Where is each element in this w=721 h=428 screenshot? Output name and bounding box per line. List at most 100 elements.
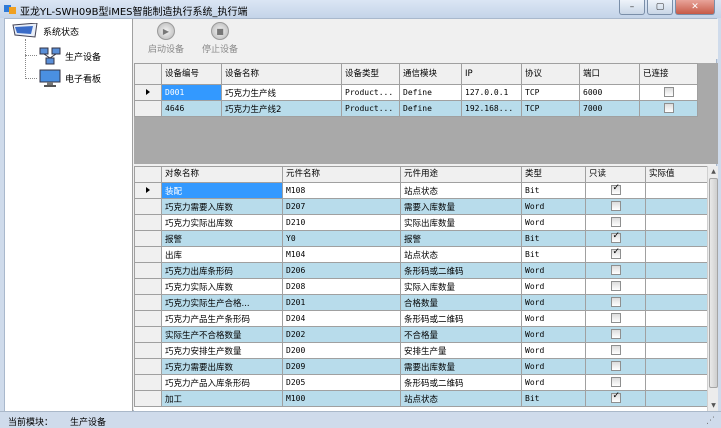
table-row[interactable]: 巧克力实际入库数 D208 实际入库数量 Word xyxy=(134,278,708,295)
column-header[interactable]: 元件名称 xyxy=(282,166,401,183)
cell-actual-value[interactable] xyxy=(645,230,708,247)
cell-object-name[interactable]: 巧克力实际生产合格... xyxy=(161,294,283,311)
cell-readonly[interactable] xyxy=(585,246,646,263)
cell-element-name[interactable]: M104 xyxy=(282,246,401,263)
cell-actual-value[interactable] xyxy=(645,342,708,359)
scroll-up-icon[interactable]: ▲ xyxy=(708,166,718,177)
cell-readonly[interactable] xyxy=(585,198,646,215)
column-header[interactable]: 通信模块 xyxy=(399,63,462,85)
table-row[interactable]: 巧克力安排生产数量 D200 安排生产量 Word xyxy=(134,342,708,359)
cell-element-usage[interactable]: 报警 xyxy=(400,230,522,247)
cell-device-type[interactable]: Product... xyxy=(341,100,400,117)
tree-item-system-status[interactable]: 系统状态 xyxy=(11,23,79,39)
cell-type[interactable]: Word xyxy=(521,214,586,231)
cell-type[interactable]: Bit xyxy=(521,230,586,247)
cell-readonly[interactable] xyxy=(585,374,646,391)
cell-element-usage[interactable]: 需要入库数量 xyxy=(400,198,522,215)
column-header[interactable]: 设备编号 xyxy=(161,63,222,85)
cell-readonly[interactable] xyxy=(585,294,646,311)
cell-ip[interactable]: 192.168... xyxy=(461,100,522,117)
cell-type[interactable]: Bit xyxy=(521,246,586,263)
cell-actual-value[interactable] xyxy=(645,198,708,215)
cell-element-usage[interactable]: 条形码或二维码 xyxy=(400,310,522,327)
cell-element-usage[interactable]: 实际入库数量 xyxy=(400,278,522,295)
column-header[interactable]: 设备名称 xyxy=(221,63,342,85)
cell-element-usage[interactable]: 条形码或二维码 xyxy=(400,374,522,391)
cell-type[interactable]: Word xyxy=(521,358,586,375)
cell-actual-value[interactable] xyxy=(645,390,708,407)
cell-readonly[interactable] xyxy=(585,326,646,343)
readonly-checkbox[interactable] xyxy=(610,392,621,404)
table-row[interactable]: 4646 巧克力生产线2 Product... Define 192.168..… xyxy=(134,100,698,117)
cell-protocol[interactable]: TCP xyxy=(521,84,580,101)
cell-type[interactable]: Word xyxy=(521,310,586,327)
readonly-checkbox[interactable] xyxy=(610,377,621,388)
column-header[interactable]: 已连接 xyxy=(639,63,698,85)
cell-element-name[interactable]: D201 xyxy=(282,294,401,311)
readonly-checkbox[interactable] xyxy=(610,217,621,228)
cell-ip[interactable]: 127.0.0.1 xyxy=(461,84,522,101)
tree-item-e-board[interactable]: 电子看板 xyxy=(39,69,101,87)
cell-actual-value[interactable] xyxy=(645,214,708,231)
readonly-checkbox[interactable] xyxy=(610,345,621,356)
column-header[interactable]: 只读 xyxy=(585,166,646,183)
cell-element-name[interactable]: Y0 xyxy=(282,230,401,247)
readonly-checkbox[interactable] xyxy=(610,329,621,340)
readonly-checkbox[interactable] xyxy=(610,265,621,276)
column-header[interactable]: 设备类型 xyxy=(341,63,400,85)
cell-readonly[interactable] xyxy=(585,214,646,231)
cell-element-usage[interactable]: 合格数量 xyxy=(400,294,522,311)
cell-element-usage[interactable]: 站点状态 xyxy=(400,182,522,199)
cell-device-code[interactable]: 4646 xyxy=(161,100,222,117)
cell-actual-value[interactable] xyxy=(645,182,708,199)
cell-readonly[interactable] xyxy=(585,278,646,295)
cell-object-name[interactable]: 出库 xyxy=(161,246,283,263)
readonly-checkbox[interactable] xyxy=(610,297,621,308)
cell-actual-value[interactable] xyxy=(645,374,708,391)
cell-element-usage[interactable]: 实际出库数量 xyxy=(400,214,522,231)
cell-object-name[interactable]: 巧克力安排生产数量 xyxy=(161,342,283,359)
close-button[interactable]: ✕ xyxy=(675,0,715,15)
cell-readonly[interactable] xyxy=(585,390,646,407)
cell-object-name[interactable]: 巧克力实际入库数 xyxy=(161,278,283,295)
cell-readonly[interactable] xyxy=(585,358,646,375)
minimize-button[interactable]: – xyxy=(619,0,645,15)
resize-grip-icon[interactable]: ⋰ xyxy=(706,416,715,426)
cell-element-name[interactable]: D202 xyxy=(282,326,401,343)
cell-actual-value[interactable] xyxy=(645,278,708,295)
tree-item-production-device[interactable]: 生产设备 xyxy=(39,47,101,65)
cell-element-name[interactable]: D205 xyxy=(282,374,401,391)
cell-actual-value[interactable] xyxy=(645,310,708,327)
cell-object-name[interactable]: 巧克力需要出库数 xyxy=(161,358,283,375)
cell-element-usage[interactable]: 站点状态 xyxy=(400,390,522,407)
cell-element-name[interactable]: D204 xyxy=(282,310,401,327)
cell-connected[interactable] xyxy=(639,100,698,117)
cell-type[interactable]: Word xyxy=(521,262,586,279)
table-row[interactable]: 巧克力需要出库数 D209 需要出库数量 Word xyxy=(134,358,708,375)
cell-readonly[interactable] xyxy=(585,262,646,279)
cell-element-name[interactable]: D206 xyxy=(282,262,401,279)
cell-element-usage[interactable]: 不合格量 xyxy=(400,326,522,343)
table-row[interactable]: 巧克力需要入库数 D207 需要入库数量 Word xyxy=(134,198,708,215)
cell-type[interactable]: Bit xyxy=(521,182,586,199)
cell-element-name[interactable]: M108 xyxy=(282,182,401,199)
cell-element-name[interactable]: D200 xyxy=(282,342,401,359)
cell-object-name[interactable]: 报警 xyxy=(161,230,283,247)
column-header[interactable]: 端口 xyxy=(579,63,640,85)
scroll-down-icon[interactable]: ▼ xyxy=(708,400,718,411)
cell-type[interactable]: Word xyxy=(521,198,586,215)
cell-type[interactable]: Bit xyxy=(521,390,586,407)
cell-device-name[interactable]: 巧克力生产线 xyxy=(221,84,342,101)
connected-checkbox[interactable] xyxy=(663,87,674,98)
readonly-checkbox[interactable] xyxy=(610,281,621,292)
readonly-checkbox[interactable] xyxy=(610,313,621,324)
column-header[interactable]: 元件用途 xyxy=(400,166,522,183)
cell-comm-module[interactable]: Define xyxy=(399,100,462,117)
cell-device-code[interactable]: D001 xyxy=(161,84,222,101)
cell-port[interactable]: 7000 xyxy=(579,100,640,117)
readonly-checkbox[interactable] xyxy=(610,201,621,212)
cell-element-usage[interactable]: 安排生产量 xyxy=(400,342,522,359)
cell-type[interactable]: Word xyxy=(521,342,586,359)
table-row[interactable]: 报警 Y0 报警 Bit xyxy=(134,230,708,247)
cell-object-name[interactable]: 巧克力出库条形码 xyxy=(161,262,283,279)
